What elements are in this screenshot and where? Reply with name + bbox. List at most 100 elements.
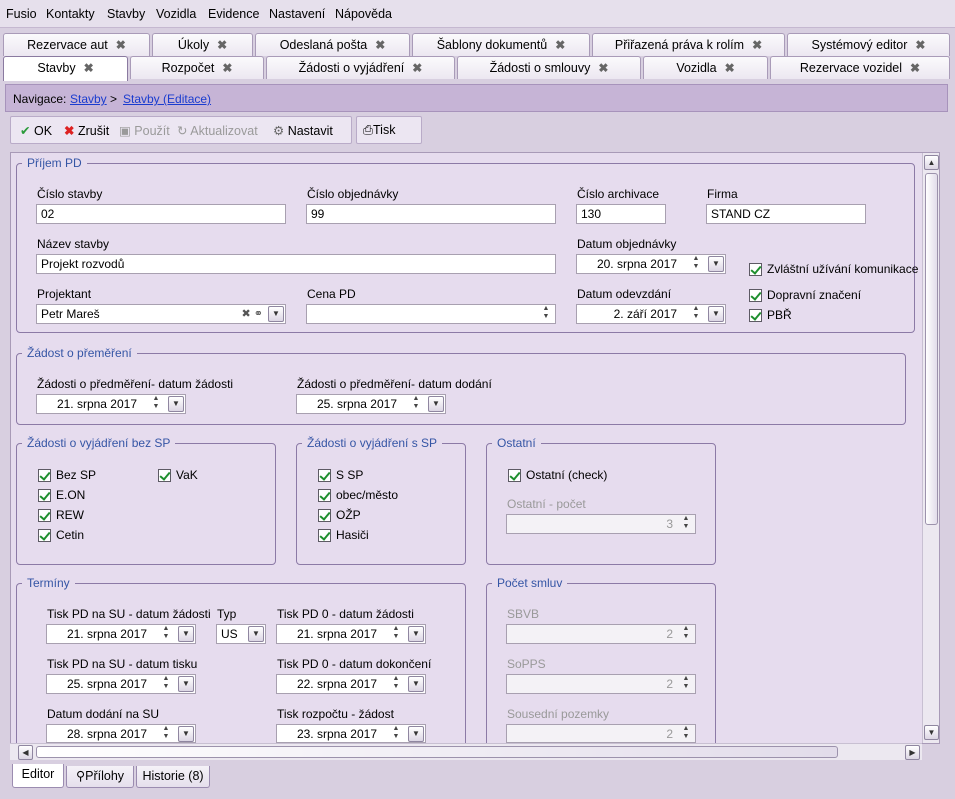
spinner-icon[interactable]: ▲ ▼	[391, 675, 401, 693]
close-icon[interactable]: ✖	[725, 57, 735, 79]
tisk-0-dokonceni-picker[interactable]: 22. srpna 2017 ▲ ▼ ▼	[276, 674, 426, 694]
clear-icon[interactable]: ✖ ⚭	[242, 307, 264, 320]
chevron-down-icon[interactable]: ▼	[408, 676, 424, 692]
spinner-icon[interactable]: ▲ ▼	[161, 725, 171, 742]
tab-sablony[interactable]: Šablony dokumentů ✖	[412, 33, 590, 56]
tab-rozpocet[interactable]: Rozpočet ✖	[130, 56, 264, 79]
projektant-select[interactable]: Petr Mareš ✖ ⚭ ▼	[36, 304, 286, 324]
tisk-su-tisk-picker[interactable]: 25. srpna 2017 ▲ ▼ ▼	[46, 674, 196, 694]
close-icon[interactable]: ✖	[752, 34, 762, 56]
chevron-down-icon[interactable]: ▼	[178, 626, 194, 642]
chevron-down-icon[interactable]: ▼	[408, 626, 424, 642]
ostatni-checkbox[interactable]: Ostatní (check)	[508, 468, 607, 482]
close-icon[interactable]: ✖	[222, 57, 232, 79]
tab-ukoly[interactable]: Úkoly ✖	[152, 33, 253, 56]
tab-rezervace-vozidel[interactable]: Rezervace vozidel ✖	[770, 56, 950, 79]
ozp-checkbox[interactable]: OŽP	[318, 508, 361, 522]
bottom-tab-prilohy[interactable]: ⚲Přílohy	[66, 766, 134, 788]
vak-checkbox[interactable]: VaK	[158, 468, 198, 482]
spinner-icon[interactable]: ▲ ▼	[391, 725, 401, 742]
sousedni-pozemky-input[interactable]: 2 ▲ ▼	[506, 724, 696, 743]
spinner-icon[interactable]: ▲ ▼	[681, 675, 691, 693]
menu-napoveda[interactable]: Nápověda	[335, 7, 392, 21]
spinner-icon[interactable]: ▲ ▼	[541, 305, 551, 323]
spinner-icon[interactable]: ▲ ▼	[681, 625, 691, 643]
hasici-checkbox[interactable]: Hasiči	[318, 528, 369, 542]
sbvb-input[interactable]: 2 ▲ ▼	[506, 624, 696, 644]
s-sp-checkbox[interactable]: S SP	[318, 468, 363, 482]
menu-evidence[interactable]: Evidence	[208, 7, 259, 21]
obec-mesto-checkbox[interactable]: obec/město	[318, 488, 398, 502]
tisk-rozpoctu-picker[interactable]: 23. srpna 2017 ▲ ▼ ▼	[276, 724, 426, 743]
cislo-archivace-input[interactable]: 130	[576, 204, 666, 224]
nav-link-stavby[interactable]: Stavby	[70, 92, 107, 106]
vertical-scrollbar[interactable]: ▲ ▼	[922, 153, 939, 743]
chevron-down-icon[interactable]: ▼	[178, 726, 194, 742]
nav-link-stavby-editace[interactable]: Stavby (Editace)	[123, 92, 211, 106]
dopravni-znaceni-checkbox[interactable]: Dopravní značení	[749, 288, 861, 302]
scroll-left-icon[interactable]: ◀	[18, 745, 33, 760]
menu-fusio[interactable]: Fusio	[6, 7, 37, 21]
premereni-datum-zadosti-picker[interactable]: 21. srpna 2017 ▲ ▼ ▼	[36, 394, 186, 414]
chevron-down-icon[interactable]: ▼	[248, 626, 264, 642]
spinner-icon[interactable]: ▲ ▼	[691, 305, 701, 323]
zvlastni-uzivani-checkbox[interactable]: Zvláštní užívání komunikace	[749, 262, 918, 276]
typ-select[interactable]: US ▼	[216, 624, 266, 644]
chevron-down-icon[interactable]: ▼	[428, 396, 444, 412]
tab-vozidla[interactable]: Vozidla ✖	[643, 56, 768, 79]
tab-systemovy-editor[interactable]: Systémový editor ✖	[787, 33, 950, 56]
menu-kontakty[interactable]: Kontakty	[46, 7, 95, 21]
nazev-stavby-input[interactable]: Projekt rozvodů	[36, 254, 556, 274]
close-icon[interactable]: ✖	[910, 57, 920, 79]
tab-stavby[interactable]: Stavby ✖	[3, 56, 128, 81]
close-icon[interactable]: ✖	[84, 57, 94, 79]
spinner-icon[interactable]: ▲ ▼	[681, 725, 691, 742]
print-button[interactable]: ⎙Tisk	[363, 123, 395, 138]
menu-stavby[interactable]: Stavby	[107, 7, 145, 21]
apply-button[interactable]: ▣ Použít	[119, 123, 170, 138]
datum-dodani-su-picker[interactable]: 28. srpna 2017 ▲ ▼ ▼	[46, 724, 196, 743]
cislo-stavby-input[interactable]: 02	[36, 204, 286, 224]
bez-sp-checkbox[interactable]: Bez SP	[38, 468, 96, 482]
eon-checkbox[interactable]: E.ON	[38, 488, 85, 502]
cena-pd-input[interactable]: ▲ ▼	[306, 304, 556, 324]
pbr-checkbox[interactable]: PBŘ	[749, 308, 792, 322]
close-icon[interactable]: ✖	[375, 34, 385, 56]
firma-input[interactable]: STAND CZ	[706, 204, 866, 224]
bottom-tab-historie[interactable]: Historie (8)	[136, 766, 210, 788]
close-icon[interactable]: ✖	[915, 34, 925, 56]
tisk-0-zadost-picker[interactable]: 21. srpna 2017 ▲ ▼ ▼	[276, 624, 426, 644]
close-icon[interactable]: ✖	[555, 34, 565, 56]
horizontal-scrollbar[interactable]: ◀ ▶	[10, 743, 922, 760]
spinner-icon[interactable]: ▲ ▼	[161, 675, 171, 693]
spinner-icon[interactable]: ▲ ▼	[161, 625, 171, 643]
premereni-datum-dodani-picker[interactable]: 25. srpna 2017 ▲ ▼ ▼	[296, 394, 446, 414]
spinner-icon[interactable]: ▲ ▼	[681, 515, 691, 533]
spinner-icon[interactable]: ▲ ▼	[151, 395, 161, 413]
refresh-button[interactable]: ↻ Aktualizovat	[177, 123, 258, 138]
tab-zadosti-vyjadreni[interactable]: Žádosti o vyjádření ✖	[266, 56, 455, 79]
spinner-icon[interactable]: ▲ ▼	[691, 255, 701, 273]
chevron-down-icon[interactable]: ▼	[168, 396, 184, 412]
close-icon[interactable]: ✖	[116, 34, 126, 56]
cislo-objednavky-input[interactable]: 99	[306, 204, 556, 224]
settings-button[interactable]: ⚙ Nastavit	[273, 123, 333, 138]
bottom-tab-editor[interactable]: Editor	[12, 764, 64, 788]
tab-prava[interactable]: Přiřazená práva k rolím ✖	[592, 33, 785, 56]
datum-objednavky-picker[interactable]: 20. srpna 2017 ▲ ▼ ▼	[576, 254, 726, 274]
datum-odevzdani-picker[interactable]: 2. září 2017 ▲ ▼ ▼	[576, 304, 726, 324]
tisk-su-zadost-picker[interactable]: 21. srpna 2017 ▲ ▼ ▼	[46, 624, 196, 644]
spinner-icon[interactable]: ▲ ▼	[411, 395, 421, 413]
ostatni-pocet-input[interactable]: 3 ▲ ▼	[506, 514, 696, 534]
close-icon[interactable]: ✖	[598, 57, 608, 79]
rew-checkbox[interactable]: REW	[38, 508, 84, 522]
scroll-right-icon[interactable]: ▶	[905, 745, 920, 760]
close-icon[interactable]: ✖	[412, 57, 422, 79]
chevron-down-icon[interactable]: ▼	[178, 676, 194, 692]
scroll-down-icon[interactable]: ▼	[924, 725, 939, 740]
cetin-checkbox[interactable]: Cetin	[38, 528, 84, 542]
tab-rezervace-aut[interactable]: Rezervace aut ✖	[3, 33, 150, 56]
tab-zadosti-smlouvy[interactable]: Žádosti o smlouvy ✖	[457, 56, 641, 79]
spinner-icon[interactable]: ▲ ▼	[391, 625, 401, 643]
chevron-down-icon[interactable]: ▼	[268, 306, 284, 322]
